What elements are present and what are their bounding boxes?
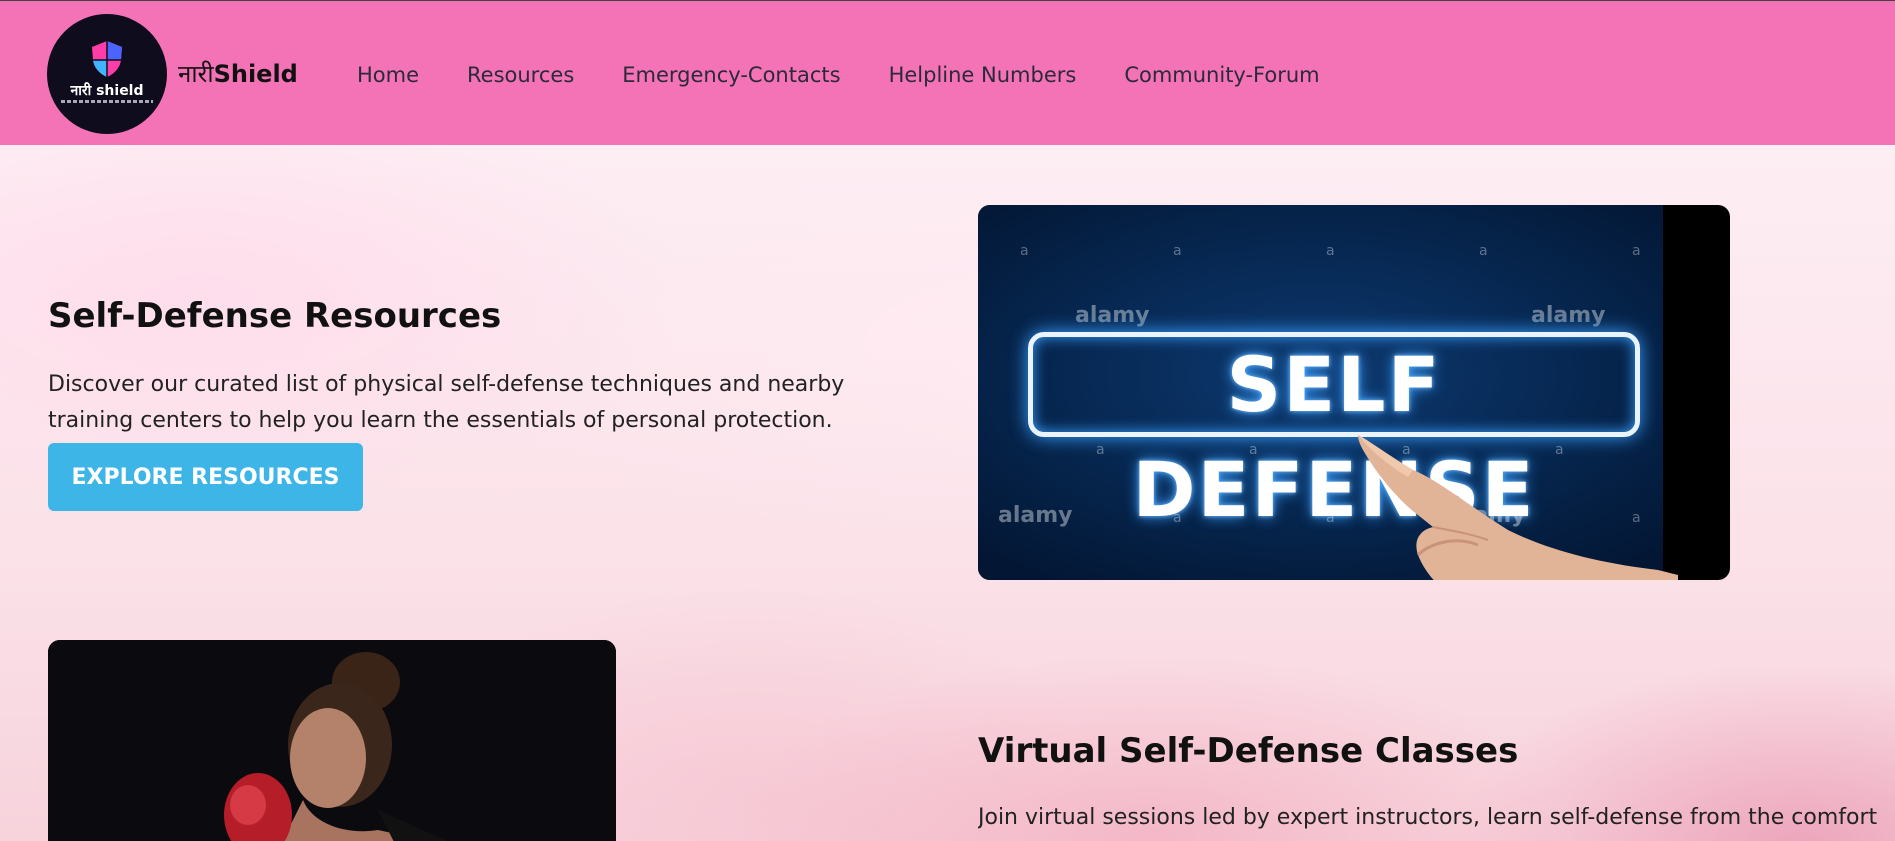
- nav-community-forum[interactable]: Community-Forum: [1124, 63, 1319, 87]
- watermark-logo: alamy: [998, 503, 1073, 528]
- virtual-classes-description: Join virtual sessions led by expert inst…: [978, 805, 1878, 830]
- resources-description: Discover our curated list of physical se…: [48, 372, 845, 433]
- self-defense-image: a a a a a alamy alamy SELF DEFENSE a a a…: [978, 205, 1730, 580]
- brand-name[interactable]: नारीShield: [178, 57, 298, 90]
- watermark-mark: a: [1632, 243, 1641, 259]
- watermark-mark: a: [1096, 442, 1105, 458]
- site-header: नारी shield नारीShield Home Resources Em…: [0, 0, 1895, 145]
- explore-resources-button[interactable]: EXPLORE RESOURCES: [48, 443, 363, 511]
- self-defense-image-scene: a a a a a alamy alamy SELF DEFENSE a a a…: [978, 205, 1678, 580]
- nav-emergency-contacts[interactable]: Emergency-Contacts: [622, 63, 840, 87]
- logo[interactable]: नारी shield: [47, 14, 167, 134]
- neon-sign-text: SELF DEFENSE: [1132, 340, 1536, 534]
- resources-title: Self-Defense Resources: [48, 296, 502, 336]
- boxer-illustration: [48, 640, 616, 841]
- brand-suffix: Shield: [213, 60, 298, 88]
- watermark-logo: alamy: [1531, 303, 1606, 328]
- watermark-mark: a: [1249, 442, 1258, 458]
- watermark-mark: a: [1020, 243, 1029, 259]
- nav-home[interactable]: Home: [357, 63, 419, 87]
- virtual-classes-title: Virtual Self-Defense Classes: [978, 731, 1519, 771]
- watermark-mark: a: [1326, 510, 1335, 526]
- brand-prefix: नारी: [178, 60, 214, 88]
- boxer-woman-image: [48, 640, 616, 841]
- watermark-logo: alamy: [1075, 303, 1150, 328]
- watermark-mark: a: [1326, 243, 1335, 259]
- logo-text: नारी shield: [70, 83, 144, 99]
- main-nav: Home Resources Emergency-Contacts Helpli…: [357, 63, 1320, 87]
- watermark-mark: a: [1479, 243, 1488, 259]
- watermark-mark: a: [1173, 510, 1182, 526]
- logo-tagline: [61, 100, 153, 103]
- watermark-mark: a: [1173, 243, 1182, 259]
- pointing-hand-icon: [1358, 435, 1678, 580]
- nav-resources[interactable]: Resources: [467, 63, 574, 87]
- shield-logo-icon: [92, 41, 122, 77]
- nav-helpline-numbers[interactable]: Helpline Numbers: [889, 63, 1077, 87]
